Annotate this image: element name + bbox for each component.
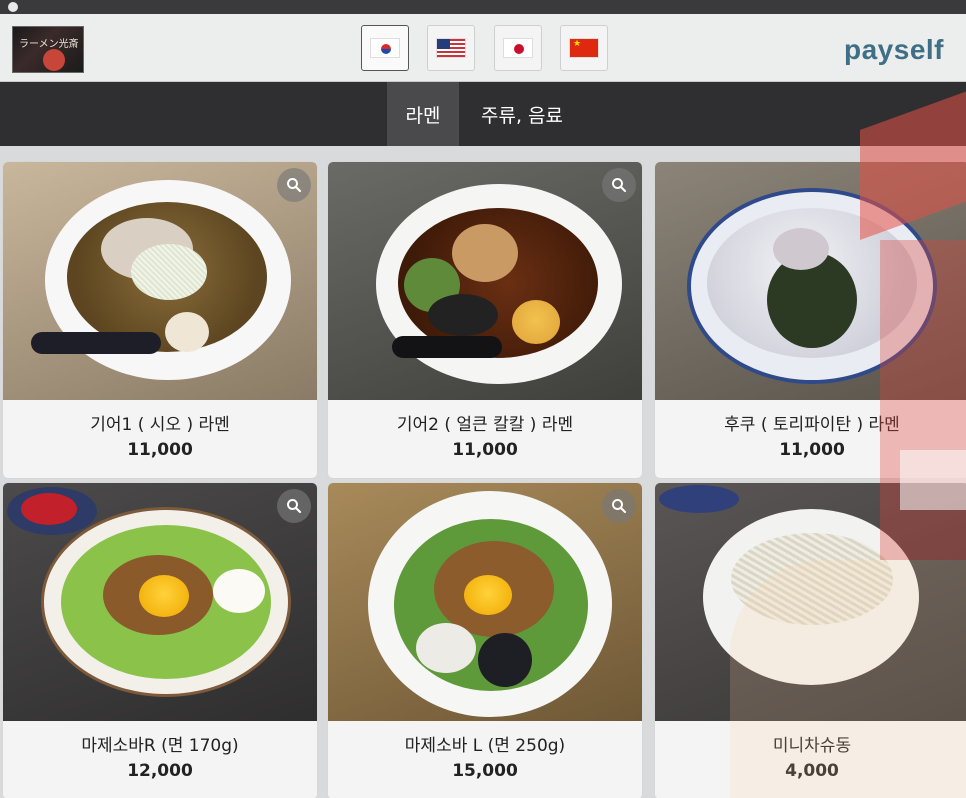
menu-photo	[3, 162, 317, 400]
menu-item-name: 마제소바R (면 170g)	[81, 736, 239, 756]
magnifier-icon	[287, 178, 302, 193]
header: ラーメン光斎 payself	[0, 14, 966, 82]
magnifier-icon	[612, 499, 627, 514]
category-bar: 라멘 주류, 음료	[0, 82, 966, 146]
menu-item-price: 11,000	[452, 440, 518, 460]
language-korean-button[interactable]	[361, 25, 409, 71]
menu-item-price: 11,000	[127, 440, 193, 460]
menu-photo	[655, 162, 966, 400]
language-japanese-button[interactable]	[494, 25, 542, 71]
tab-ramen[interactable]: 라멘	[387, 82, 459, 146]
zoom-button[interactable]	[602, 168, 636, 202]
brand-logo: payself	[844, 34, 944, 65]
china-flag-icon	[569, 38, 599, 58]
menu-item-price: 4,000	[785, 761, 839, 781]
menu-card[interactable]: 후쿠 ( 토리파이탄 ) 라멘 11,000	[654, 161, 966, 479]
menu-photo	[328, 483, 642, 721]
menu-item-name: 기어2 ( 얼큰 칼칼 ) 라멘	[396, 415, 574, 435]
menu-photo	[3, 483, 317, 721]
kiosk-screen: ラーメン光斎 payself 라멘 주류, 음료	[0, 0, 966, 798]
menu-photo	[655, 483, 966, 721]
language-chinese-button[interactable]	[560, 25, 608, 71]
menu-card[interactable]: 기어1 ( 시오 ) 라멘 11,000	[2, 161, 318, 479]
menu-card[interactable]: 마제소바R (면 170g) 12,000	[2, 482, 318, 798]
menu-item-name: 후쿠 ( 토리파이탄 ) 라멘	[724, 415, 900, 435]
menu-item-price: 12,000	[127, 761, 193, 781]
menu-item-name: 미니차슈동	[772, 736, 852, 756]
zoom-button[interactable]	[602, 489, 636, 523]
japan-flag-icon	[503, 38, 533, 58]
tab-drinks[interactable]: 주류, 음료	[466, 82, 578, 146]
menu-card[interactable]: 미니차슈동 4,000	[654, 482, 966, 798]
store-logo: ラーメン光斎	[12, 26, 84, 73]
magnifier-icon	[612, 178, 627, 193]
zoom-button[interactable]	[277, 489, 311, 523]
store-logo-figure	[43, 49, 65, 71]
language-english-button[interactable]	[427, 25, 475, 71]
menu-card[interactable]: 기어2 ( 얼큰 칼칼 ) 라멘 11,000	[327, 161, 643, 479]
zoom-button[interactable]	[277, 168, 311, 202]
menu-grid: 기어1 ( 시오 ) 라멘 11,000 기어2 ( 얼큰 칼칼 ) 라멘 11…	[0, 148, 966, 798]
usa-flag-icon	[436, 38, 466, 58]
status-indicator-icon	[8, 2, 18, 12]
menu-card[interactable]: 마제소바 L (면 250g) 15,000	[327, 482, 643, 798]
store-logo-text: ラーメン光斎	[19, 39, 79, 50]
menu-item-name: 기어1 ( 시오 ) 라멘	[90, 415, 230, 435]
status-strip	[0, 0, 966, 14]
menu-item-price: 11,000	[779, 440, 845, 460]
magnifier-icon	[287, 499, 302, 514]
menu-photo	[328, 162, 642, 400]
menu-item-name: 마제소바 L (면 250g)	[404, 736, 566, 756]
korea-flag-icon	[370, 38, 400, 58]
menu-item-price: 15,000	[452, 761, 518, 781]
